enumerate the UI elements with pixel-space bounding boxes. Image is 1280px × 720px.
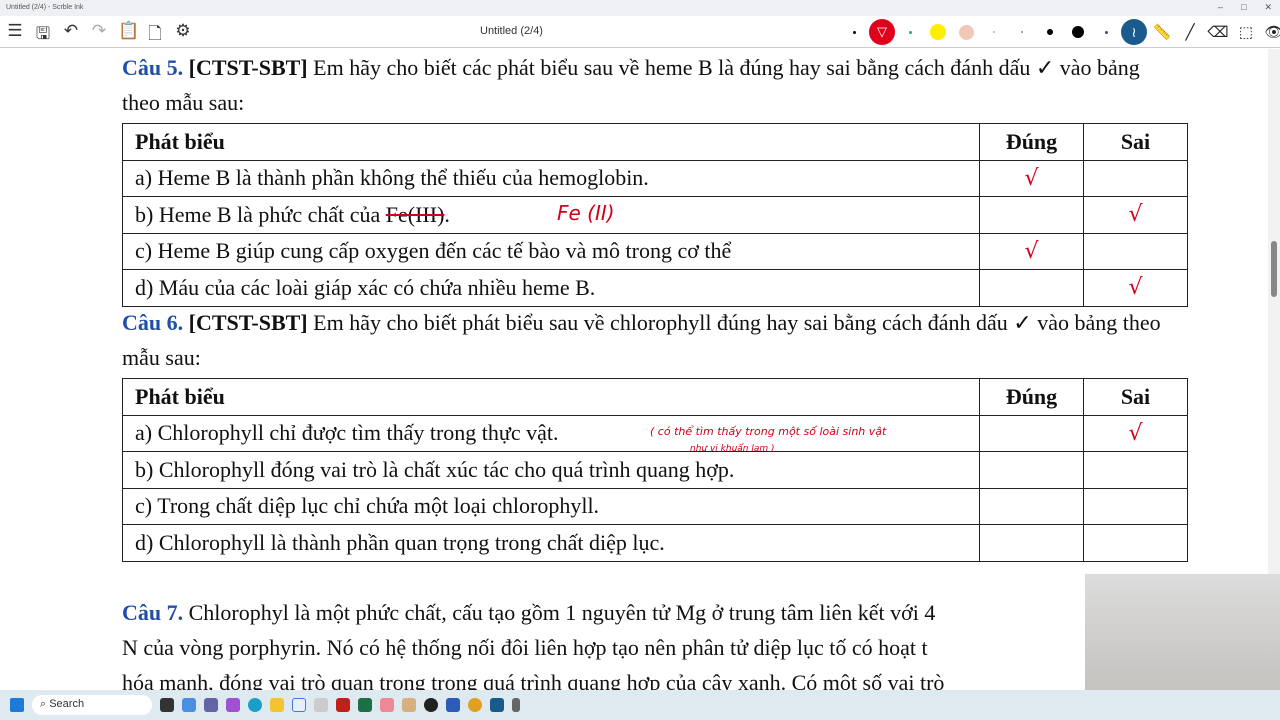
- task-view-icon[interactable]: [160, 698, 174, 712]
- check-mark: √: [979, 159, 1084, 197]
- purple-dot-button[interactable]: [1092, 19, 1120, 45]
- document-page[interactable]: Câu 5. [CTST-SBT] Em hãy cho biết các ph…: [0, 49, 1268, 695]
- large-black-dot-button[interactable]: [1064, 19, 1092, 45]
- handwritten-note-fe2: Fe (II): [557, 201, 615, 225]
- pdf-reader-icon[interactable]: [336, 698, 350, 712]
- window-title: Untitled (2/4) - Scrble Ink: [6, 4, 84, 11]
- excel-icon[interactable]: [358, 698, 372, 712]
- minimize-button[interactable]: –: [1218, 2, 1223, 13]
- table-row: a) Heme B là thành phần không thể thiếu …: [122, 159, 1188, 197]
- settings-sliders-icon[interactable]: ⚙: [174, 21, 192, 50]
- table-row: d) Chlorophyll là thành phần quan trọng …: [122, 524, 1188, 562]
- red-pen-button[interactable]: ▽: [868, 19, 896, 45]
- scrble-ink-icon[interactable]: [490, 698, 504, 712]
- zalo-icon[interactable]: [292, 698, 306, 712]
- q5-table: Phát biểu Đúng Sai a) Heme B là thành phần…: [122, 123, 1188, 307]
- small-black-dot-button[interactable]: [1036, 19, 1064, 45]
- maximize-button[interactable]: □: [1241, 2, 1246, 13]
- table-row: d) Máu của các loài giáp xác có chứa nhi…: [122, 269, 1188, 307]
- gray-dot-button[interactable]: [1008, 19, 1036, 45]
- word-icon[interactable]: [446, 698, 460, 712]
- view-eye-icon[interactable]: 👁: [1260, 19, 1280, 45]
- green-dot-button[interactable]: [896, 19, 924, 45]
- question-6: Câu 6. [CTST-SBT] Em hãy cho biết phát b…: [122, 310, 1161, 370]
- start-icon[interactable]: [10, 698, 24, 712]
- handwritten-note-line2: như vi khuẩn lam ): [690, 444, 775, 454]
- question-7: Câu 7. Chlorophyl là một phức chất, cấu …: [122, 600, 945, 695]
- line-tool-icon[interactable]: ╱: [1176, 19, 1204, 45]
- copilot-icon[interactable]: [182, 698, 196, 712]
- paste-icon[interactable]: 📋: [118, 21, 139, 50]
- scrollbar-thumb[interactable]: [1271, 241, 1277, 297]
- document-title: Untitled (2/4): [480, 25, 543, 37]
- q6-table: Phát biểu Đúng Sai a) Chlorophyll chỉ được…: [122, 378, 1188, 562]
- table-row: b) Heme B là phức chất của Fe(III). √: [122, 196, 1188, 234]
- app-icon[interactable]: [314, 698, 328, 712]
- toolbar: ☰ 🖫 ↶ ↷ 📋 🗋 ⚙ Untitled (2/4) ▽ ≀ 📏 ╱ ⌫ ⬚…: [0, 16, 1280, 48]
- menu-icon[interactable]: ☰: [6, 21, 24, 50]
- close-button[interactable]: ✕: [1264, 2, 1272, 13]
- check-mark: √: [979, 232, 1084, 270]
- phone-link-icon[interactable]: [512, 698, 520, 712]
- eraser-icon[interactable]: ⌫: [1204, 19, 1232, 45]
- app-icon[interactable]: [402, 698, 416, 712]
- ruler-icon[interactable]: 📏: [1148, 19, 1176, 45]
- title-bar: Untitled (2/4) - Scrble Ink – □ ✕: [0, 0, 1280, 16]
- table-row: c) Trong chất diệp lục chỉ chứa một loại…: [122, 487, 1188, 525]
- selection-icon[interactable]: ⬚: [1232, 19, 1260, 45]
- edge-icon[interactable]: [248, 698, 262, 712]
- pen-size-tiny-button[interactable]: [840, 19, 868, 45]
- file-explorer-icon[interactable]: [270, 698, 284, 712]
- question-5: Câu 5. [CTST-SBT] Em hãy cho biết các ph…: [122, 55, 1140, 115]
- handwritten-note-line1: ( có thể tìm thấy trong một số loài sinh…: [650, 425, 887, 438]
- table-row: c) Heme B giúp cung cấp oxygen đến các t…: [122, 232, 1188, 270]
- taskbar-search[interactable]: ⌕ Search: [32, 695, 152, 715]
- chrome-icon[interactable]: [468, 698, 482, 712]
- redo-icon[interactable]: ↷: [90, 21, 108, 50]
- peach-highlighter-button[interactable]: [952, 19, 980, 45]
- new-page-icon[interactable]: 🗋: [146, 21, 164, 50]
- check-mark: √: [1083, 269, 1188, 307]
- table-row: b) Chlorophyll đóng vai trò là chất xúc …: [122, 451, 1188, 489]
- undo-icon[interactable]: ↶: [62, 21, 80, 50]
- yellow-highlighter-button[interactable]: [924, 19, 952, 45]
- teams-icon[interactable]: [204, 698, 218, 712]
- check-mark: √: [1083, 196, 1188, 234]
- check-mark: √: [1083, 414, 1188, 452]
- light-green-dot-button[interactable]: [980, 19, 1008, 45]
- taskbar: ⌕ Search: [0, 690, 1280, 720]
- clipchamp-icon[interactable]: [226, 698, 240, 712]
- app-icon[interactable]: [380, 698, 394, 712]
- save-icon[interactable]: 🖫: [34, 21, 52, 50]
- freehand-tool-button[interactable]: ≀: [1120, 19, 1148, 45]
- obs-icon[interactable]: [424, 698, 438, 712]
